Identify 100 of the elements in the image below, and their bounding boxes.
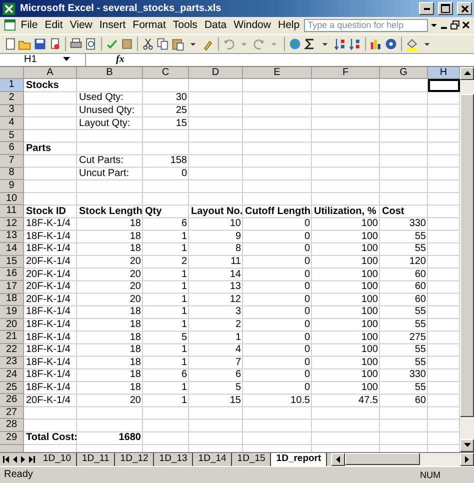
table-cell: 100 xyxy=(361,383,378,393)
row-header[interactable]: 9 xyxy=(0,180,24,193)
permission-icon[interactable] xyxy=(48,36,62,52)
table-cell: 55 xyxy=(414,383,426,393)
print-preview-icon[interactable] xyxy=(84,36,98,52)
row-header[interactable]: 3 xyxy=(0,104,24,118)
menu-item[interactable]: Data xyxy=(201,18,230,32)
column-header[interactable]: B xyxy=(77,66,143,80)
column-header[interactable]: G xyxy=(380,66,428,80)
copy-icon[interactable] xyxy=(156,36,170,52)
table-cell: 14 xyxy=(230,270,241,280)
row-header[interactable]: 24 xyxy=(0,369,24,382)
row-header[interactable]: 6 xyxy=(0,142,24,156)
first-sheet-icon[interactable] xyxy=(3,456,10,463)
table-cell: 20 xyxy=(130,396,141,406)
new-file-icon[interactable] xyxy=(3,36,17,52)
row-header[interactable]: 25 xyxy=(0,382,24,394)
table-cell: 18 xyxy=(130,232,141,242)
table-cell: Stock ID xyxy=(26,206,66,217)
table-cell: 18F-K-1/4 xyxy=(26,383,70,393)
next-sheet-icon[interactable] xyxy=(20,456,26,463)
column-header[interactable]: D xyxy=(189,66,243,80)
row-header[interactable]: 23 xyxy=(0,356,24,370)
column-header[interactable]: H xyxy=(428,66,460,80)
row-header[interactable]: 27 xyxy=(0,406,24,420)
last-sheet-icon[interactable] xyxy=(28,456,35,463)
menu-item[interactable]: Help xyxy=(274,18,303,32)
row-header[interactable]: 12 xyxy=(0,218,24,231)
row-header[interactable]: 17 xyxy=(0,280,24,294)
table-cell: 100 xyxy=(361,270,378,280)
help-search-field[interactable]: Type a question for help xyxy=(304,18,428,32)
table-cell: Cutoff Length xyxy=(245,206,311,217)
scroll-down-icon[interactable] xyxy=(464,443,470,448)
table-cell: 1 xyxy=(181,282,187,292)
restore-icon[interactable] xyxy=(450,20,460,30)
menu-item[interactable]: File xyxy=(18,18,41,32)
horizontal-scrollbar[interactable] xyxy=(331,452,474,466)
select-all-corner[interactable] xyxy=(0,66,24,80)
table-cell: 0 xyxy=(304,244,310,254)
cut-icon[interactable] xyxy=(141,36,155,52)
column-header[interactable]: E xyxy=(243,66,312,80)
row-header[interactable]: 4 xyxy=(0,117,24,130)
sheet-tab[interactable]: 1D_report xyxy=(271,452,328,466)
minimize-button[interactable] xyxy=(419,2,434,16)
table-cell: 330 xyxy=(409,370,426,380)
column-header[interactable]: F xyxy=(312,66,380,80)
row-header[interactable]: 28 xyxy=(0,419,24,432)
row-header[interactable]: 8 xyxy=(0,168,24,180)
close-icon[interactable] xyxy=(461,20,472,30)
minimize-icon xyxy=(424,8,430,10)
active-cell[interactable] xyxy=(428,79,460,92)
row-header[interactable]: 26 xyxy=(0,394,24,407)
menu-item[interactable]: Format xyxy=(130,18,169,32)
row-header[interactable]: 2 xyxy=(0,92,24,105)
scroll-up-icon[interactable] xyxy=(464,71,470,76)
table-cell: 60 xyxy=(414,396,426,406)
row-header[interactable]: 10 xyxy=(0,192,24,206)
menu-item[interactable]: Tools xyxy=(170,18,200,32)
scroll-left-icon[interactable] xyxy=(336,456,340,463)
row-header[interactable]: 20 xyxy=(0,318,24,332)
row-header[interactable]: 19 xyxy=(0,306,24,319)
table-cell: 60 xyxy=(414,270,426,280)
row-header[interactable]: 22 xyxy=(0,344,24,357)
table-cell: 55 xyxy=(414,244,426,254)
table-cell: 100 xyxy=(361,232,378,242)
column-header[interactable]: C xyxy=(143,66,189,80)
table-cell: 100 xyxy=(361,358,378,368)
table-cell: 30 xyxy=(176,93,187,104)
table-cell: 55 xyxy=(414,345,426,356)
row-header[interactable]: 16 xyxy=(0,268,24,281)
window-title: Microsoft Excel - several_stocks_parts.xls xyxy=(20,3,222,14)
row-header[interactable]: 14 xyxy=(0,243,24,256)
row-header[interactable]: 18 xyxy=(0,294,24,306)
menu-item[interactable]: View xyxy=(66,18,96,32)
column-header[interactable]: A xyxy=(24,66,77,80)
row-header[interactable]: 11 xyxy=(0,205,24,218)
maximize-button[interactable] xyxy=(438,2,453,16)
table-cell: 0 xyxy=(304,219,310,230)
scroll-right-icon[interactable] xyxy=(465,456,469,463)
workbook-icon[interactable] xyxy=(3,18,17,32)
table-cell: 18F-K-1/4 xyxy=(26,332,70,343)
row-header[interactable]: 29 xyxy=(0,432,24,445)
previous-sheet-icon[interactable] xyxy=(12,456,18,463)
row-header[interactable]: 21 xyxy=(0,331,24,344)
close-button[interactable] xyxy=(457,2,472,16)
function-label[interactable]: fx xyxy=(116,54,124,66)
table-cell: 18F-K-1/4 xyxy=(26,345,70,356)
menu-item[interactable]: Edit xyxy=(42,18,66,32)
row-header[interactable]: 15 xyxy=(0,256,24,268)
menu-item[interactable]: Window xyxy=(230,18,274,32)
row-header[interactable]: 5 xyxy=(0,130,24,142)
row-header[interactable]: 7 xyxy=(0,155,24,168)
vertical-scrollbar[interactable] xyxy=(460,66,474,452)
menu-item[interactable]: Insert xyxy=(96,18,129,32)
row-header[interactable]: 1 xyxy=(0,79,24,92)
table-cell: 0 xyxy=(304,383,310,393)
row-header[interactable]: 13 xyxy=(0,230,24,244)
table-cell: 1 xyxy=(181,307,187,318)
table-cell: 5 xyxy=(235,383,241,393)
table-cell: Total Cost: xyxy=(26,433,78,444)
